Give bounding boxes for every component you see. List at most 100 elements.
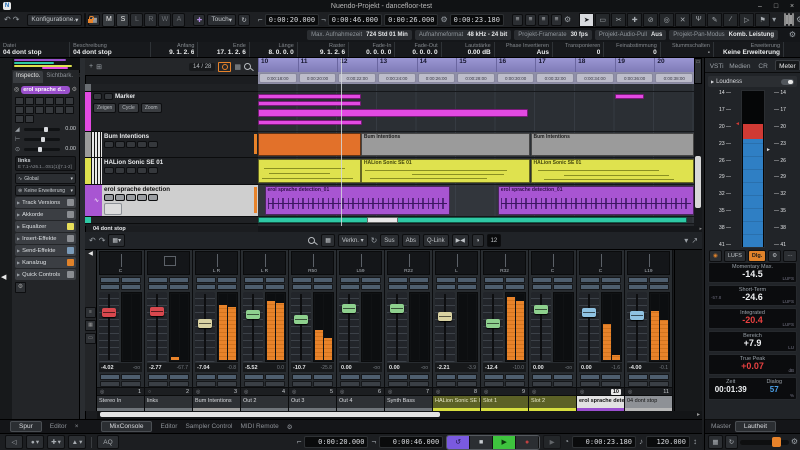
track-btn[interactable] [45,97,54,105]
abs-button[interactable]: Abs [401,234,420,247]
channel-button[interactable] [580,277,600,283]
qlink-button[interactable]: Q-Link [422,234,449,247]
suspend-automation-icon[interactable]: ↻ [238,13,251,26]
midi-event[interactable] [258,133,361,156]
inspector-section-quick-controls[interactable]: ▶ Quick Controls [15,269,76,280]
channel-button[interactable] [553,277,573,283]
marker-cycle-button[interactable]: Cycle [118,103,139,113]
track-btn[interactable] [15,106,24,114]
lock-icon[interactable] [84,12,95,27]
tempo-display[interactable]: 120.000 [646,436,690,448]
info-field-stummschalten[interactable]: Stummschalten - [661,42,714,57]
record-mode-dropdown[interactable]: ● ▾ [26,435,44,449]
tab-editor[interactable]: Editor [160,423,177,430]
close-tab-icon[interactable]: × [75,423,79,430]
ruler-timecode-cell[interactable]: 0:00:36:00 [615,73,654,83]
channel-button[interactable] [601,284,621,290]
channel-button[interactable] [265,374,285,380]
track-gear-icon[interactable]: ⚙ [72,86,77,93]
fader-handle[interactable] [102,308,116,317]
track-grid-icon[interactable]: ▦ [234,63,241,71]
info-field-fadein[interactable]: Fade-In 0. 0. 0. 0 [349,42,396,57]
channel-button[interactable] [169,284,189,290]
object-selection-tool[interactable]: ➤ [579,12,595,27]
midi-event[interactable]: HALion Sonic SE 01 [360,159,530,183]
fader-handle[interactable] [150,307,164,316]
channel-button[interactable] [121,277,141,283]
channel-button[interactable] [628,284,648,290]
mixer-channel[interactable]: L R -7.04 -0.8 ◎ 3 Bum Intentions [193,250,241,411]
channel-button[interactable] [217,277,237,283]
channel-button[interactable] [217,374,237,380]
maximize-button[interactable]: □ [768,3,784,10]
fader-handle[interactable] [438,312,452,321]
inspector-gear-icon[interactable]: ⚙ [15,282,26,293]
ruler-bars[interactable]: 10 11 12 13 14 15 16 17 18 19 20 [258,58,694,72]
left-locator-icon[interactable]: ⌐ [297,436,302,448]
channel-button[interactable] [196,284,216,290]
record-button[interactable]: ● [516,435,540,449]
fader-track[interactable] [627,292,647,362]
ruler-timecode-cell[interactable]: 0:00:34:00 [576,73,614,83]
channel-button[interactable] [292,374,312,380]
color-tool[interactable]: ⚑ [755,12,771,27]
global-dropdown[interactable]: ∿ Global ▾ [15,173,76,184]
info-field-anfang[interactable]: Anfang 9. 1. 2. 6 [151,42,199,57]
snap-dropdown[interactable]: ✚ ▾ [47,435,65,449]
track-btn[interactable] [15,115,24,123]
channel-button[interactable] [484,374,504,380]
channel-button[interactable] [148,284,168,290]
info-field-lautstrke[interactable]: Lautstärke 0.00 dB [442,42,495,57]
fader-track[interactable] [195,292,215,362]
tab-visibility[interactable]: Sichtbark. [43,71,76,83]
track-btn[interactable] [45,106,54,114]
add-track-icon[interactable]: + [89,63,93,70]
channel-button[interactable] [505,374,525,380]
channel-button[interactable] [457,277,477,283]
power-icon[interactable]: ◉ [709,250,722,262]
setup-gear-icon[interactable]: ⚙ [796,14,800,26]
channel-button[interactable] [484,277,504,283]
selected-track-name[interactable]: erol sprache d... [21,85,70,94]
tab-spur[interactable]: Spur [10,421,42,432]
playhead-cursor[interactable] [341,58,342,226]
monitor-button[interactable] [137,194,147,201]
track-btn[interactable] [65,97,74,105]
fader-track[interactable] [483,292,503,362]
channel-button[interactable] [388,374,408,380]
marker-add-icon[interactable] [93,93,102,100]
channel-button[interactable] [457,284,477,290]
channel-button[interactable] [436,284,456,290]
channel-name[interactable]: Synth Bass [385,395,432,408]
track-btn[interactable] [25,97,34,105]
loudness-toggle[interactable] [781,78,794,85]
channel-button[interactable] [601,374,621,380]
channel-name[interactable]: HALion Sonic SE 01 [433,395,480,408]
ruler-bar[interactable]: 10 [258,58,298,72]
info-field-ende[interactable]: Ende 17. 1. 2. 6 [198,42,250,57]
zone-right-button[interactable] [789,13,795,26]
transport-cursor-time[interactable]: 0:00:23.180 [572,436,636,448]
channel-button[interactable] [628,277,648,283]
channel-button[interactable] [100,284,120,290]
channel-button[interactable] [505,277,525,283]
pre-roll-icon[interactable]: ▶ [543,435,562,449]
gain-slider[interactable] [24,146,60,152]
cycle-button[interactable]: ↺ [447,435,471,449]
tempo-stepper-icon[interactable]: ↕ [693,436,697,448]
channel-button[interactable] [553,284,573,290]
fader-db-value[interactable]: 0.00 [533,365,544,371]
ruler-bar[interactable]: 18 [575,58,615,72]
channel-button[interactable] [196,374,216,380]
cursor-time-display[interactable]: 0:00:23.180 [449,13,504,26]
channel-button[interactable] [532,284,552,290]
channel-button[interactable] [292,284,312,290]
right-locator-icon[interactable]: ¬ [321,14,326,26]
status-item[interactable]: Max. Aufnahmezeit 724 Std 01 Min [307,30,412,40]
fader-handle[interactable] [534,305,548,314]
mix-undo-icon[interactable]: ↶ [89,235,96,247]
marker-event[interactable] [258,109,529,117]
status-gear-icon[interactable]: ⚙ [789,30,796,39]
range-selection-tool[interactable]: ▭ [595,12,611,27]
channel-button[interactable] [313,284,333,290]
